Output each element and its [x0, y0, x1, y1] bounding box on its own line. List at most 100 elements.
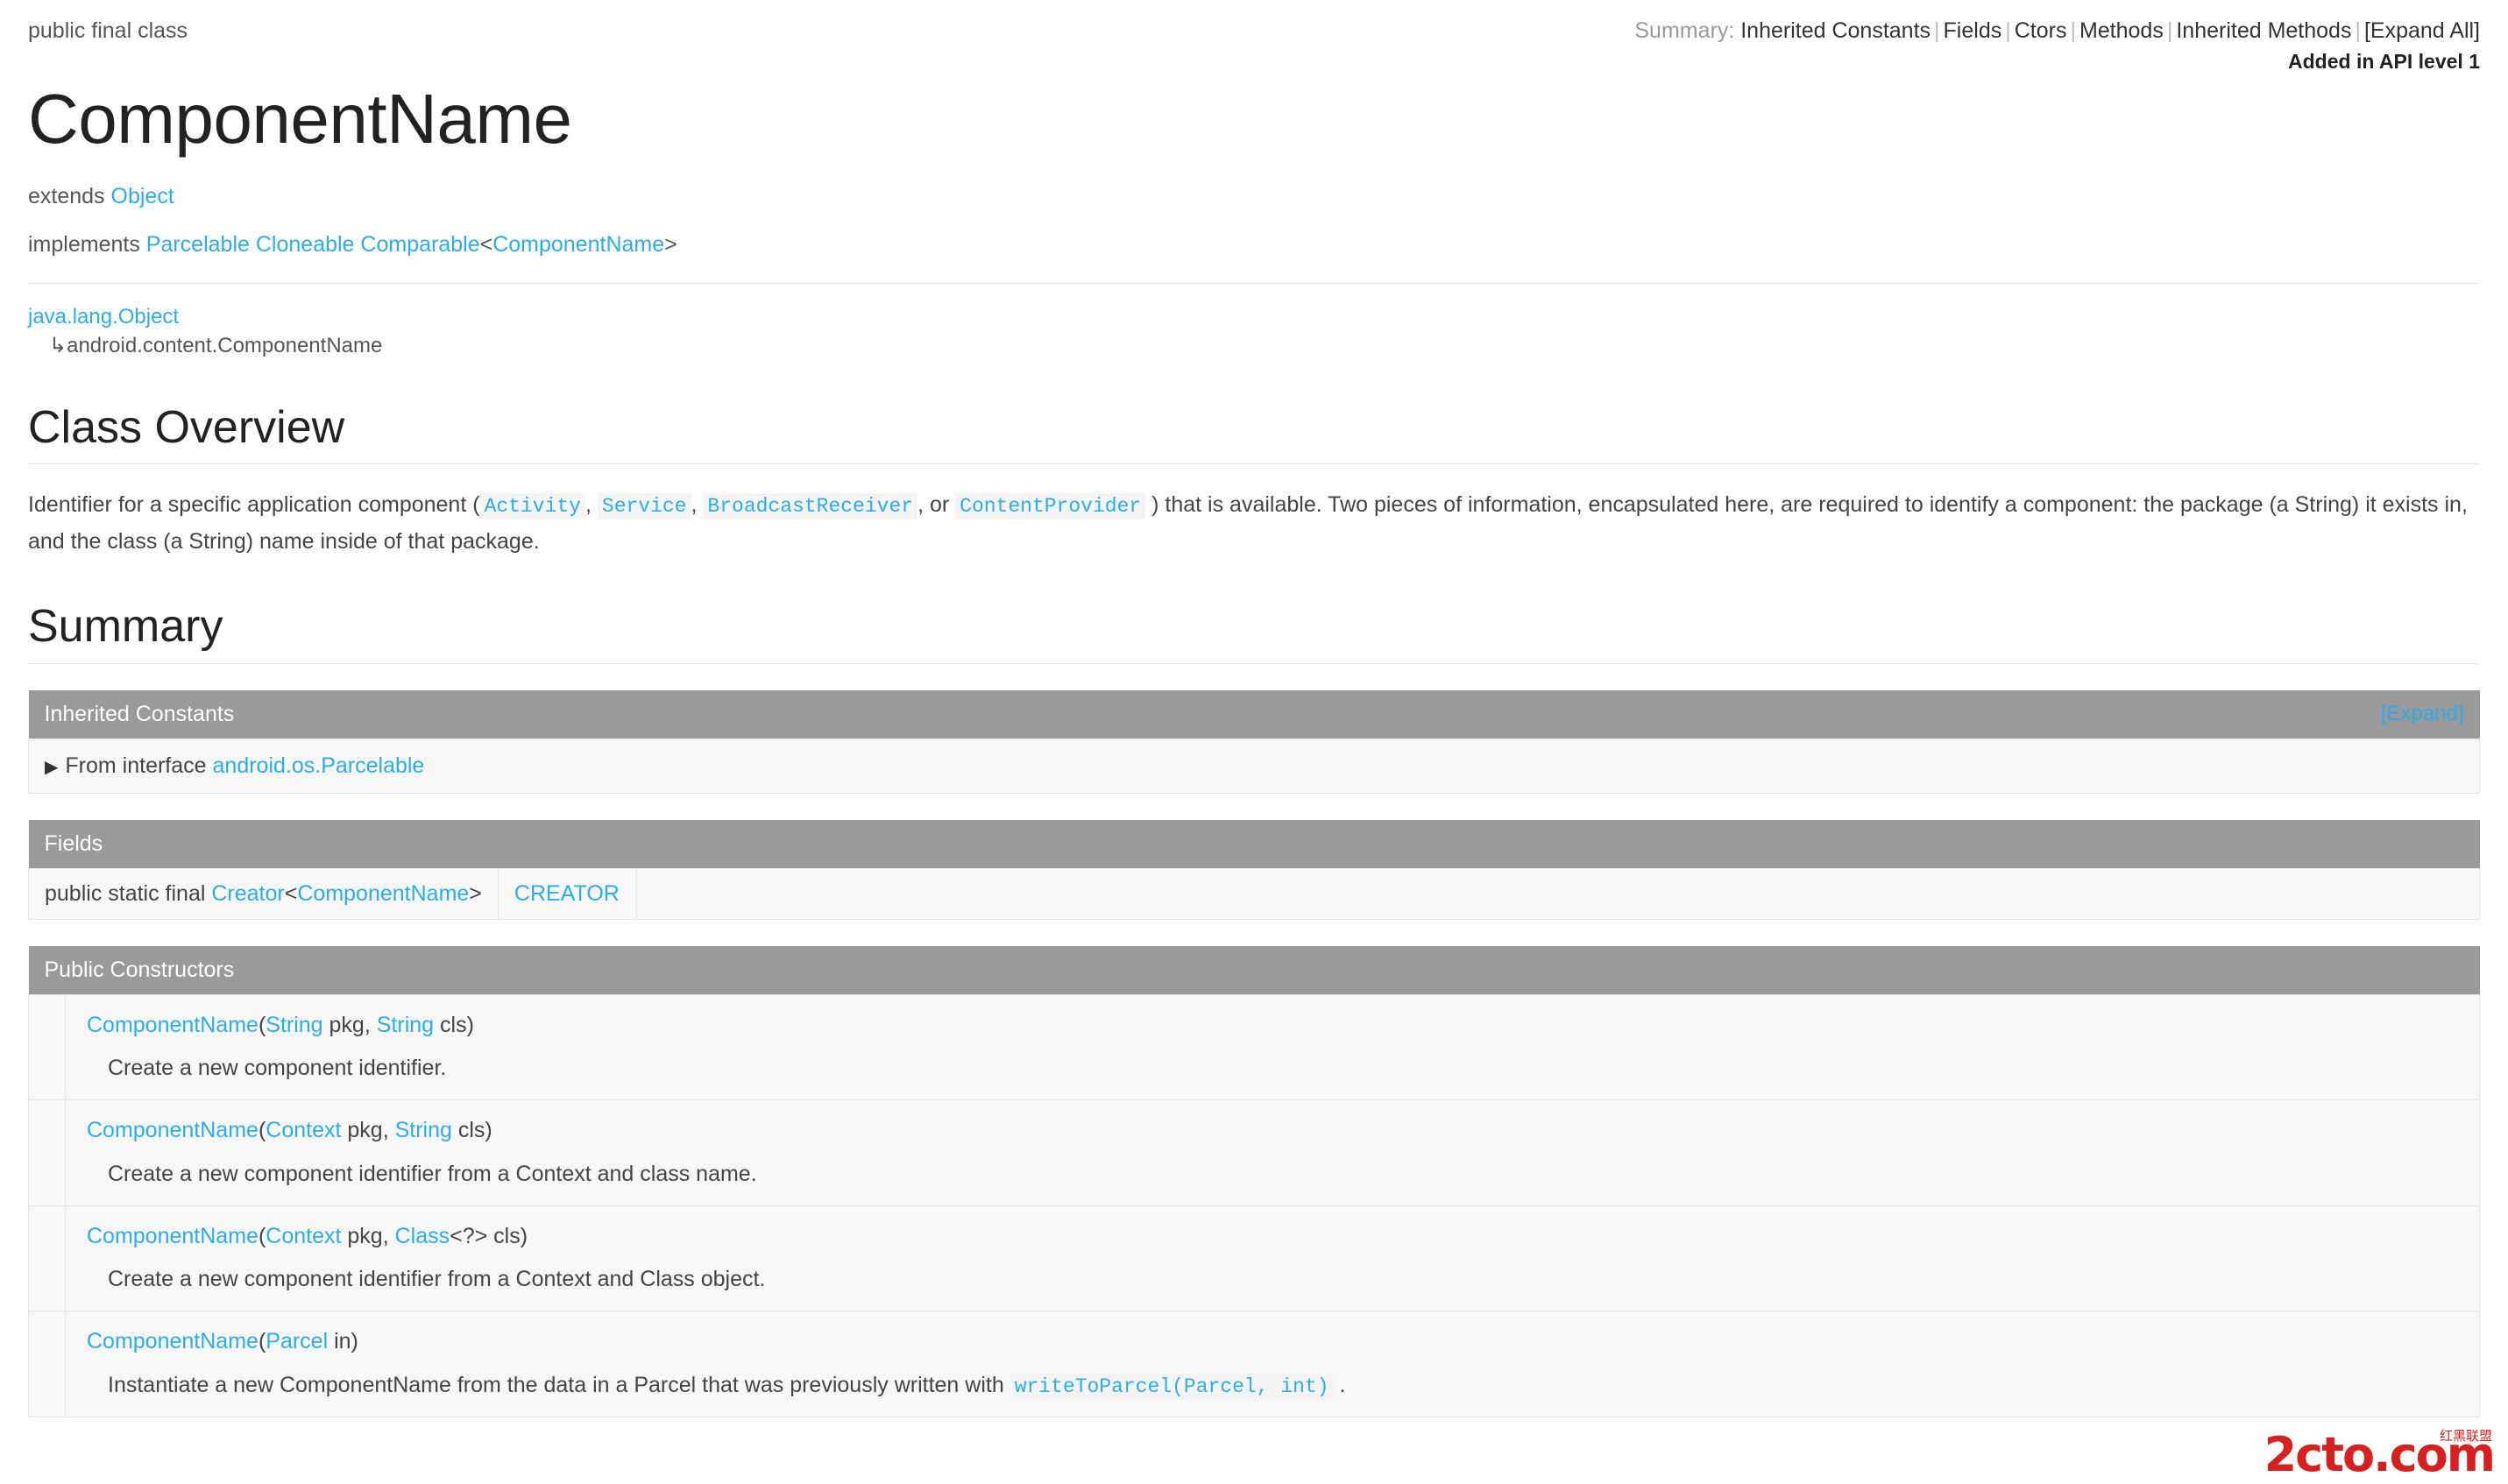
- constructor-description: Instantiate a new ComponentName from the…: [87, 1370, 2463, 1401]
- field-generic-type-link[interactable]: ComponentName: [297, 881, 469, 906]
- code-activity[interactable]: Activity: [480, 493, 585, 519]
- field-generic-close: >: [469, 881, 482, 906]
- constructor-cell: ComponentName(String pkg, String cls) Cr…: [66, 994, 2480, 1100]
- constructor-link[interactable]: ComponentName: [87, 1224, 259, 1248]
- generic-open-bracket: <: [480, 232, 493, 257]
- field-type-link-creator[interactable]: Creator: [211, 881, 284, 906]
- table-row[interactable]: ComponentName(Context pkg, Class<?> cls)…: [29, 1205, 2480, 1311]
- site-watermark: 红黑联盟 2cto.com: [2264, 1431, 2494, 1479]
- nav-separator: |: [2351, 18, 2364, 43]
- constructor-signature: ComponentName(String pkg, String cls): [87, 1011, 2463, 1040]
- paren-close: ): [485, 1118, 492, 1142]
- overview-comma1: ,: [585, 492, 592, 517]
- param-name: in: [328, 1329, 351, 1353]
- fields-header: Fields: [29, 820, 2480, 869]
- triangle-right-icon[interactable]: ▶: [45, 756, 58, 778]
- param-type-link[interactable]: Class: [395, 1224, 450, 1248]
- extends-type-link[interactable]: Object: [111, 184, 174, 208]
- implements-label: implements: [28, 232, 140, 257]
- table-row[interactable]: ComponentName(Parcel in) Instantiate a n…: [29, 1311, 2480, 1417]
- nav-link-ctors[interactable]: Ctors: [2015, 18, 2067, 43]
- nav-link-inherited-methods[interactable]: Inherited Methods: [2176, 18, 2351, 43]
- nav-link-methods[interactable]: Methods: [2079, 18, 2164, 43]
- code-contentprovider[interactable]: ContentProvider: [955, 493, 1145, 519]
- implements-link-cloneable[interactable]: Cloneable: [256, 232, 355, 257]
- param-name: cls: [434, 1013, 467, 1037]
- implements-generic-type-link[interactable]: ComponentName: [492, 232, 664, 257]
- param-separator: ,: [383, 1118, 395, 1142]
- constructor-link[interactable]: ComponentName: [87, 1118, 259, 1142]
- constructor-cell: ComponentName(Context pkg, Class<?> cls)…: [66, 1205, 2480, 1311]
- inherited-constants-expand-link[interactable]: [Expand]: [2381, 702, 2464, 726]
- field-type-cell: public static final Creator<ComponentNam…: [29, 868, 499, 919]
- inheritance-child: ↳android.content.ComponentName: [28, 332, 2480, 360]
- param-type-link[interactable]: String: [266, 1013, 322, 1037]
- code-writetoparcel[interactable]: writeToParcel(Parcel, int): [1010, 1374, 1334, 1400]
- extends-line: extends Object: [28, 182, 2480, 211]
- overview-or-text: , or: [917, 492, 949, 517]
- param-type-link[interactable]: Context: [266, 1224, 341, 1248]
- constructor-cell: ComponentName(Parcel in) Instantiate a n…: [66, 1311, 2480, 1417]
- constructor-description: Create a new component identifier.: [87, 1053, 2463, 1084]
- param-name: pkg: [341, 1118, 382, 1142]
- inherited-constants-title: Inherited Constants: [45, 702, 235, 726]
- page-title: ComponentName: [28, 79, 2480, 159]
- implements-link-parcelable[interactable]: Parcelable: [146, 232, 250, 257]
- constructors-header: Public Constructors: [29, 946, 2480, 995]
- constructor-spacer-cell: [29, 1205, 66, 1311]
- constructor-spacer-cell: [29, 1100, 66, 1206]
- paren-close: ): [467, 1013, 474, 1037]
- nav-separator: |: [1931, 18, 1944, 43]
- documentation-page: public final class Summary: Inherited Co…: [0, 0, 2508, 1484]
- inherited-constants-title-cell: [Expand] Inherited Constants: [29, 690, 2480, 739]
- inheritance-tree: java.lang.Object ↳android.content.Compon…: [28, 303, 2480, 360]
- table-row[interactable]: ComponentName(Context pkg, String cls) C…: [29, 1100, 2480, 1206]
- from-interface-label: From interface: [65, 753, 206, 778]
- param-name: <?> cls: [450, 1224, 521, 1248]
- nav-link-inherited-constants[interactable]: Inherited Constants: [1740, 18, 1931, 43]
- constructor-spacer-cell: [29, 1311, 66, 1417]
- code-service[interactable]: Service: [598, 493, 691, 519]
- constructor-link[interactable]: ComponentName: [87, 1013, 259, 1037]
- code-broadcastreceiver[interactable]: BroadcastReceiver: [703, 493, 917, 519]
- nav-link-expand-all[interactable]: [Expand All]: [2364, 18, 2480, 43]
- field-modifiers: public static final: [45, 881, 211, 906]
- field-link-creator[interactable]: CREATOR: [514, 881, 620, 906]
- constructor-description: Create a new component identifier from a…: [87, 1159, 2463, 1190]
- fields-table: Fields public static final Creator<Compo…: [28, 820, 2480, 920]
- param-separator: ,: [365, 1013, 377, 1037]
- constructor-description-part1: Instantiate a new ComponentName from the…: [108, 1373, 1010, 1397]
- param-separator: ,: [383, 1224, 395, 1248]
- constructor-signature: ComponentName(Context pkg, String cls): [87, 1116, 2463, 1145]
- summary-heading: Summary: [28, 599, 2480, 663]
- paren-close: ): [521, 1224, 528, 1248]
- summary-nav-wrap: Summary: Inherited Constants|Fields|Ctor…: [1634, 18, 2480, 74]
- table-row[interactable]: ▶ From interface android.os.Parcelable: [29, 738, 2480, 793]
- implements-line: implements Parcelable Cloneable Comparab…: [28, 230, 2480, 259]
- constructor-cell: ComponentName(Context pkg, String cls) C…: [66, 1100, 2480, 1206]
- constructor-signature: ComponentName(Context pkg, Class<?> cls): [87, 1222, 2463, 1251]
- param-type-link[interactable]: Parcel: [266, 1329, 328, 1353]
- constructor-link[interactable]: ComponentName: [87, 1329, 259, 1353]
- inherited-constants-header: [Expand] Inherited Constants: [29, 690, 2480, 739]
- inheritance-root: java.lang.Object: [28, 303, 2480, 331]
- constructor-spacer-cell: [29, 994, 66, 1100]
- field-name-cell: CREATOR: [498, 868, 636, 919]
- nav-link-fields[interactable]: Fields: [1944, 18, 2002, 43]
- param-type-link[interactable]: Context: [266, 1118, 341, 1142]
- overview-comma2: ,: [691, 492, 698, 517]
- constructors-title-cell: Public Constructors: [29, 946, 2480, 995]
- param-type-link[interactable]: String: [395, 1118, 452, 1142]
- table-row[interactable]: public static final Creator<ComponentNam…: [29, 868, 2480, 919]
- api-level-badge: Added in API level 1: [1634, 50, 2480, 74]
- summary-nav-label: Summary:: [1634, 18, 1734, 43]
- table-row[interactable]: ComponentName(String pkg, String cls) Cr…: [29, 994, 2480, 1100]
- interface-link-parcelable[interactable]: android.os.Parcelable: [213, 753, 425, 778]
- nav-separator: |: [2066, 18, 2079, 43]
- overview-text-part1: Identifier for a specific application co…: [28, 492, 480, 517]
- param-type-link[interactable]: String: [377, 1013, 434, 1037]
- fields-title: Fields: [45, 831, 103, 856]
- class-overview-text: Identifier for a specific application co…: [28, 487, 2480, 559]
- inheritance-root-link[interactable]: java.lang.Object: [28, 305, 179, 329]
- implements-link-comparable[interactable]: Comparable: [360, 232, 479, 257]
